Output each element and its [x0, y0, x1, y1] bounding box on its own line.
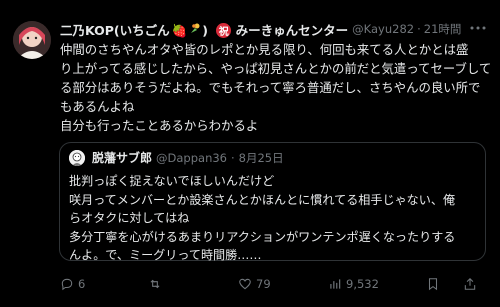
quoted-post[interactable]: 脱藩サブ郎 @Dappan36 · 8月25日 批判っぽく捉えないでほしいんだけ… [59, 142, 486, 262]
views-chart-icon [330, 279, 341, 289]
quoted-text-line: 咲月ってメンバーとか設楽さんとかほんとに慣れてる相手じゃない、俺 [69, 192, 456, 207]
post-text-line: り上がってる感じしたから、やっぱ初見さんとかの前だと気遣ってセーブして [60, 61, 492, 76]
bouquet-icon [189, 22, 202, 38]
quoted-text-line: らオタクに対してはね [69, 211, 190, 225]
quoted-text-line: んよ。で、ミーグリって時間勝…… [69, 248, 262, 262]
avatar-image [13, 21, 51, 59]
quoted-text-line: 多分丁寧を心がけるあまりリアクションがワンテンポ遅くなったりする [69, 229, 456, 244]
strawberry-emoji: 🍓 [171, 22, 188, 38]
quoted-post-header: 脱藩サブ郎 @Dappan36 · 8月25日 [92, 149, 284, 166]
post-text-line: 仲間のさちやんオタや皆のレポとか見る限り、何回も来てる人とかとは盛 [60, 42, 469, 57]
quoted-date: 8月25日 [238, 150, 284, 165]
reply-count: 6 [78, 277, 86, 291]
like-button[interactable]: 79 [238, 277, 271, 291]
quoted-avatar-image [69, 150, 85, 166]
quoted-display-name: 脱藩サブ郎 [92, 151, 153, 165]
celebration-kanji-icon: 祝 [216, 22, 232, 38]
reply-button[interactable]: 6 [60, 277, 85, 291]
post-timestamp[interactable]: 21時間 [424, 21, 462, 37]
separator-dot: · [231, 150, 235, 165]
reply-icon [61, 278, 73, 291]
bookmark-button[interactable] [426, 277, 440, 291]
views-button[interactable]: 9,532 [328, 277, 379, 291]
post-card[interactable]: 二乃KOP(いちごん 🍓 ) 祝 みーきゅんセンター @Kayu282 · 21時… [0, 0, 500, 307]
user-handle[interactable]: @Kayu282 [352, 22, 414, 36]
share-icon [464, 278, 476, 290]
user-avatar[interactable] [13, 21, 51, 59]
repost-icon [150, 279, 160, 289]
quoted-post-text: 批判っぽく捉えないでほしいんだけど 咲月ってメンバーとか設楽さんとかほんとに慣れ… [69, 172, 479, 265]
post-text: 仲間のさちやんオタや皆のレポとか見る限り、何回も来てる人とかとは盛 り上がってる… [60, 40, 492, 135]
action-bar: 6 79 9,532 [60, 274, 490, 294]
separator-dot: · [417, 22, 421, 36]
more-options-icon[interactable] [470, 20, 486, 35]
post-header: 二乃KOP(いちごん 🍓 ) 祝 みーきゅんセンター @Kayu282 · 21時… [60, 19, 468, 39]
repost-button[interactable] [148, 277, 166, 291]
quoted-text-line: 批判っぽく捉えないでほしいんだけど [69, 174, 275, 188]
share-button[interactable] [463, 277, 477, 291]
quoted-user-avatar [69, 150, 85, 166]
like-count: 79 [256, 277, 271, 291]
post-text-line: 自分も行ったことあるからわかるよ [60, 118, 259, 133]
post-text-line: る部分はありそうだよね。でもそれって寧ろ普通だし、さちやんの良い所で [60, 80, 481, 95]
heart-icon [239, 278, 251, 290]
quoted-handle: @Dappan36 [156, 150, 227, 165]
display-name[interactable]: 二乃KOP(いちごん 🍓 ) 祝 みーきゅんセンター [60, 20, 348, 39]
views-count: 9,532 [346, 277, 379, 291]
bookmark-icon [428, 278, 438, 291]
post-text-line: もあるんよね [60, 99, 135, 114]
